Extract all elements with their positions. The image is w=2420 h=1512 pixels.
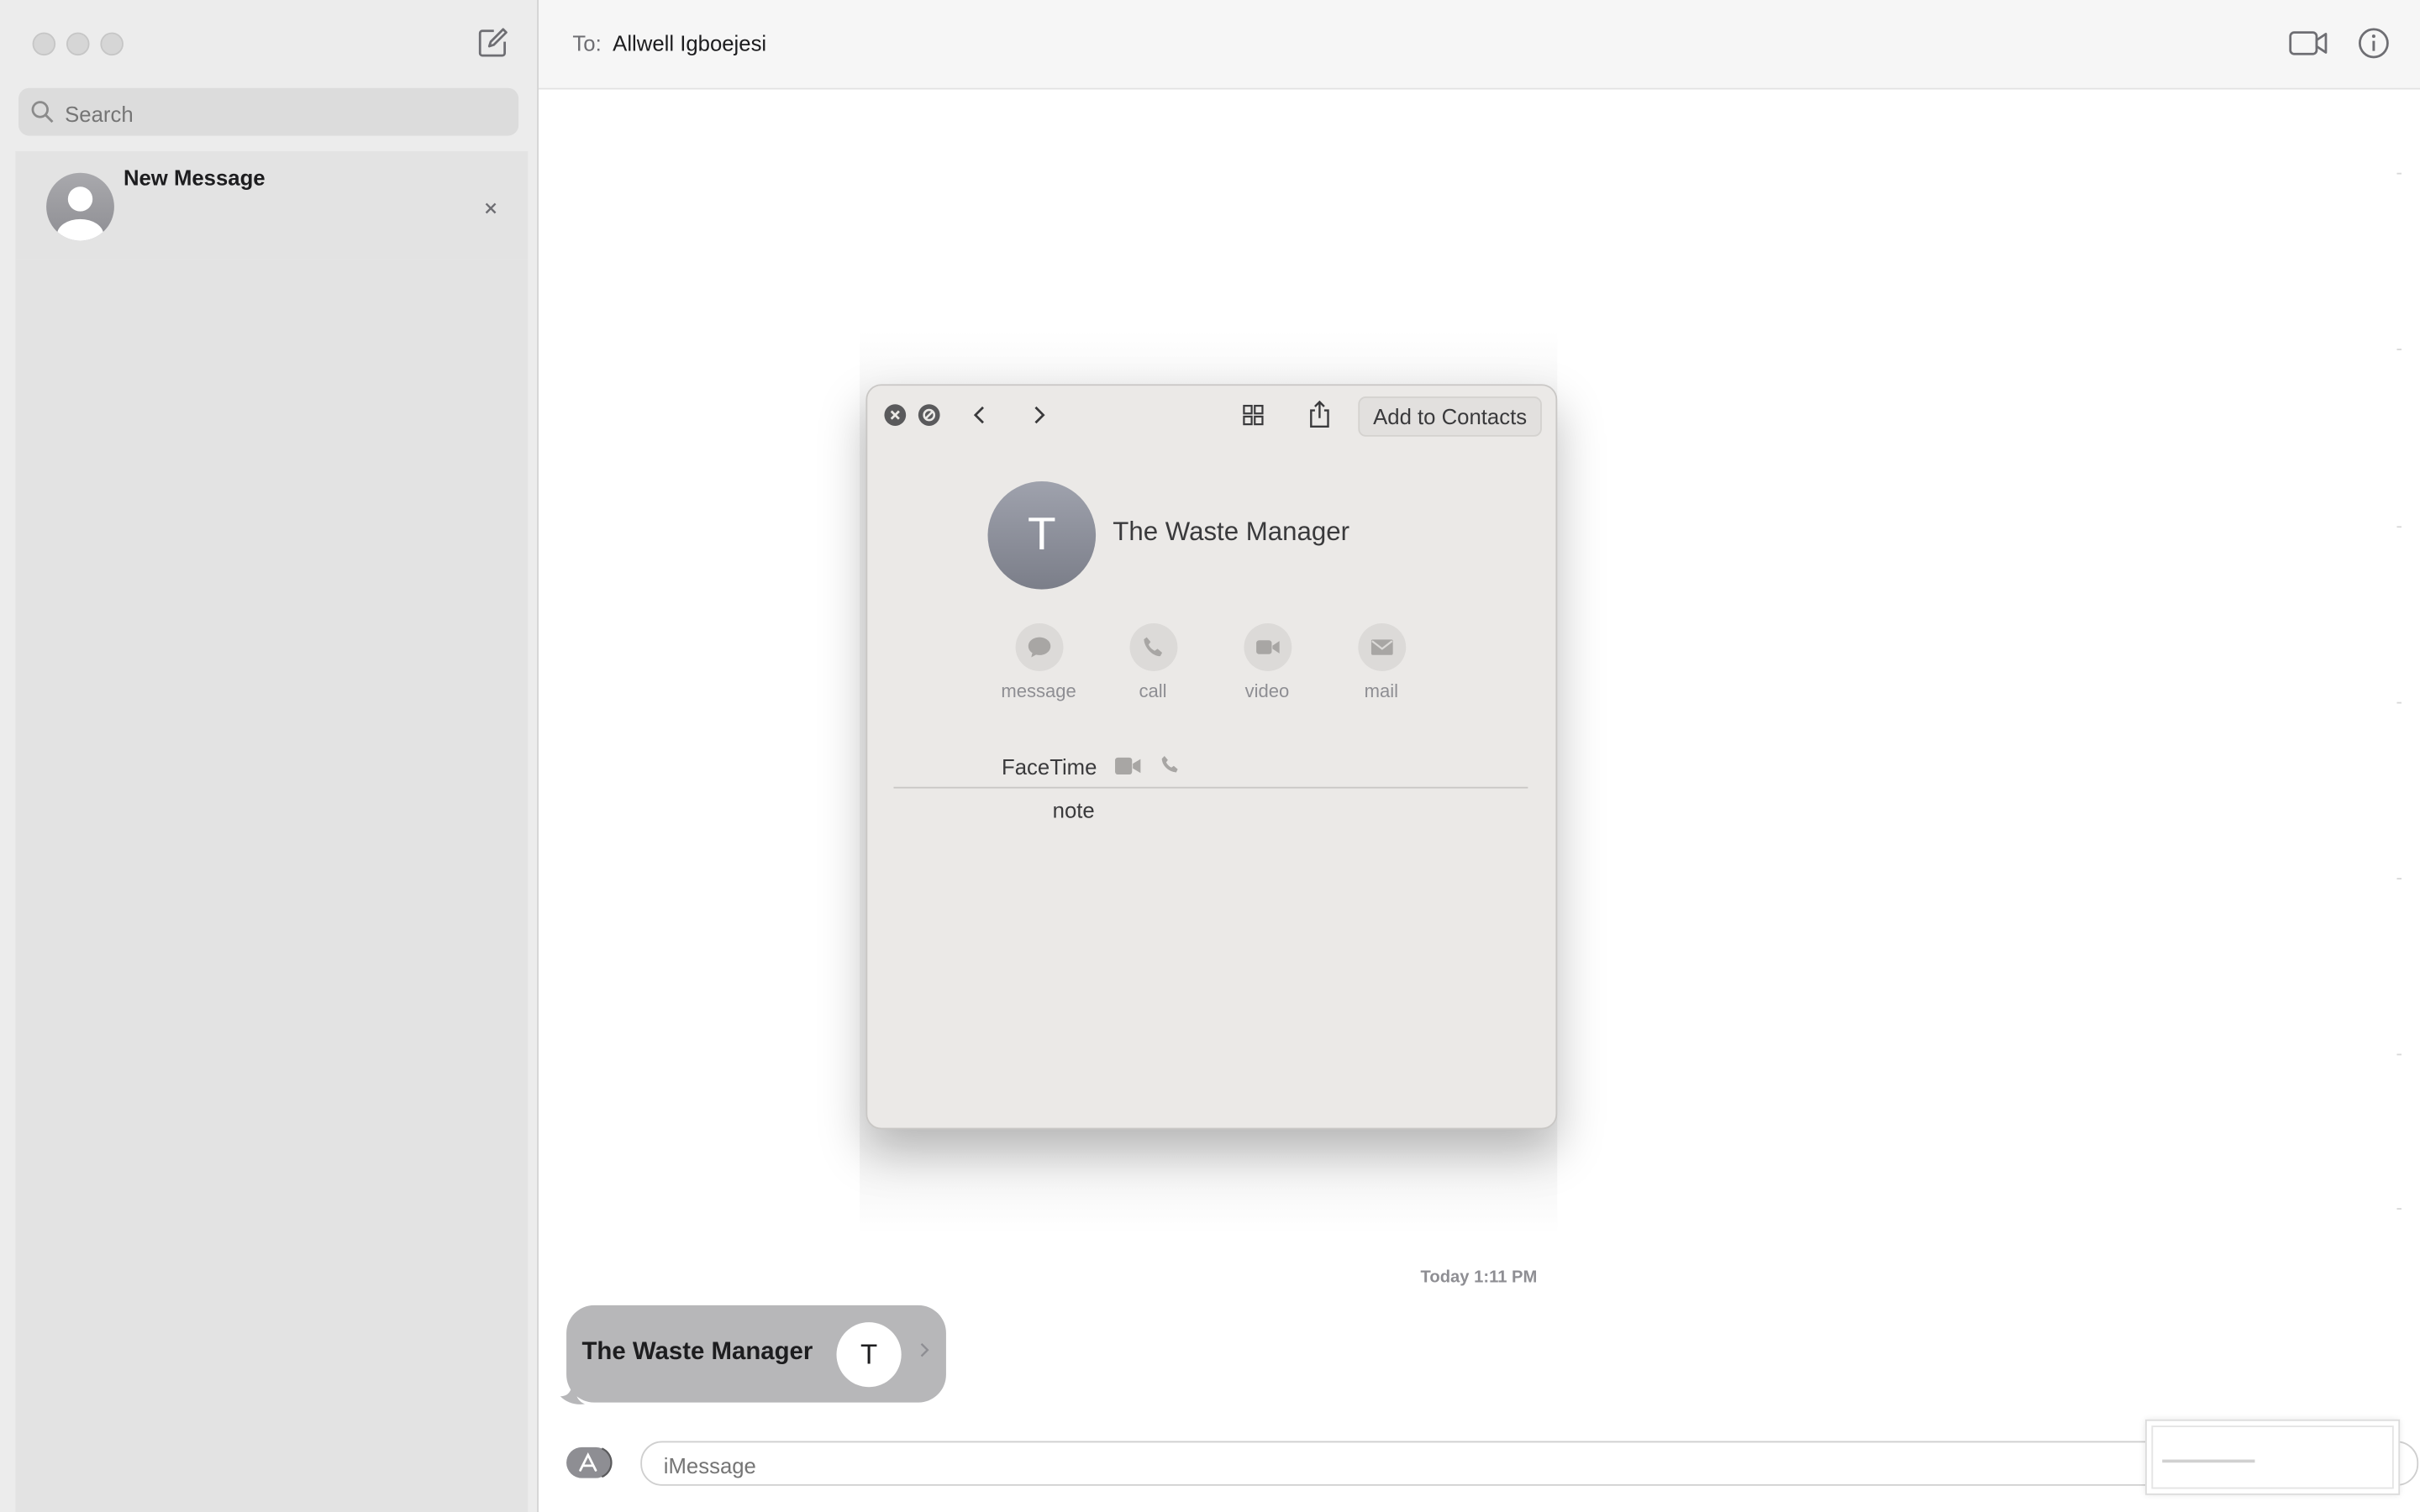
zoom-window-button[interactable] bbox=[100, 32, 124, 56]
overlay-line bbox=[2162, 1459, 2255, 1463]
message-action-label: message bbox=[1001, 680, 1076, 702]
divider bbox=[893, 786, 1528, 789]
contact-name: The Waste Manager bbox=[1113, 517, 1350, 547]
recipient-token[interactable]: Allwell Igboejesi bbox=[613, 31, 766, 55]
share-icon[interactable] bbox=[1307, 400, 1332, 429]
note-label[interactable]: note bbox=[1053, 798, 1095, 822]
facetime-audio-icon[interactable] bbox=[1160, 754, 1181, 776]
bubble-avatar: T bbox=[836, 1322, 902, 1388]
message-action-button[interactable]: message bbox=[992, 623, 1085, 702]
avatar bbox=[46, 172, 114, 241]
search-field[interactable] bbox=[18, 87, 519, 139]
facetime-label: FaceTime bbox=[1002, 754, 1097, 780]
call-action-label: call bbox=[1139, 680, 1167, 702]
chevron-left-icon[interactable] bbox=[971, 402, 989, 427]
close-window-button[interactable] bbox=[32, 32, 56, 56]
video-icon bbox=[1243, 623, 1292, 671]
app-store-icon[interactable] bbox=[565, 1446, 614, 1479]
chevron-right-icon bbox=[918, 1339, 931, 1363]
chevron-right-icon[interactable] bbox=[1029, 402, 1048, 427]
video-action-button[interactable]: video bbox=[1221, 623, 1313, 702]
bubble-contact-name: The Waste Manager bbox=[581, 1339, 813, 1366]
message-input[interactable] bbox=[660, 1442, 2056, 1488]
add-to-contacts-button[interactable]: Add to Contacts bbox=[1358, 396, 1542, 437]
call-action-button[interactable]: call bbox=[1107, 623, 1199, 702]
block-icon[interactable] bbox=[918, 404, 940, 426]
video-action-label: video bbox=[1244, 680, 1290, 702]
search-icon bbox=[31, 100, 55, 123]
grid-icon[interactable] bbox=[1243, 404, 1265, 426]
message-timestamp: Today 1:11 PM bbox=[1420, 1268, 1538, 1287]
video-call-icon[interactable] bbox=[2289, 28, 2329, 59]
minimize-window-button[interactable] bbox=[66, 32, 90, 56]
close-circle-icon[interactable] bbox=[884, 404, 907, 426]
conversation-item-new-message[interactable]: New Message bbox=[15, 151, 529, 260]
header-bar bbox=[539, 0, 2420, 90]
close-icon[interactable] bbox=[480, 197, 502, 219]
facetime-video-icon[interactable] bbox=[1114, 756, 1142, 776]
overlay-panel bbox=[2145, 1419, 2401, 1495]
info-icon[interactable] bbox=[2357, 26, 2391, 60]
contact-avatar: T bbox=[987, 481, 1097, 590]
mail-action-label: mail bbox=[1364, 680, 1399, 702]
to-label: To: bbox=[572, 30, 602, 56]
conversation-title: New Message bbox=[123, 165, 266, 190]
phone-icon bbox=[1128, 623, 1177, 671]
message-icon bbox=[1014, 623, 1063, 671]
conversation-list bbox=[15, 259, 529, 1512]
search-input[interactable] bbox=[61, 87, 516, 139]
overlay-frame bbox=[2151, 1425, 2394, 1489]
mail-icon bbox=[1357, 623, 1406, 671]
compose-icon[interactable] bbox=[476, 26, 509, 60]
mail-action-button[interactable]: mail bbox=[1335, 623, 1428, 702]
contact-card-popover: Add to Contacts T The Waste Manager mess… bbox=[865, 384, 1558, 1130]
contact-card-bubble[interactable]: The Waste Manager T bbox=[566, 1305, 946, 1403]
